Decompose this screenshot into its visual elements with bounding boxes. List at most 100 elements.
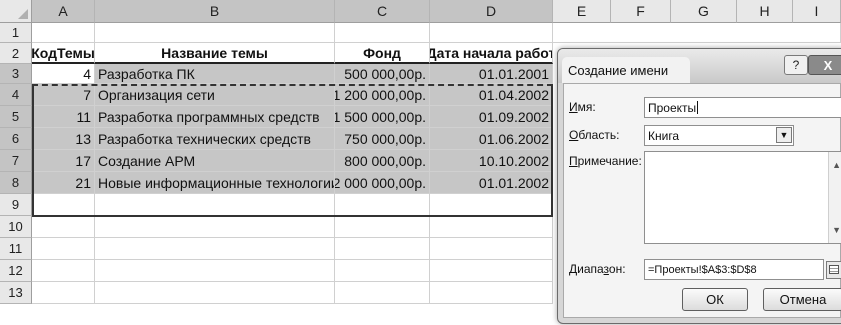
cell-a10[interactable] xyxy=(32,216,95,238)
range-picker-icon[interactable] xyxy=(826,261,841,279)
cell-c1[interactable] xyxy=(335,23,430,43)
cell-d5[interactable]: 01.09.2002 xyxy=(430,106,553,128)
cell-d1[interactable] xyxy=(430,23,553,43)
row-header-9[interactable]: 9 xyxy=(0,194,32,216)
cell-b6[interactable]: Разработка технических средств xyxy=(95,128,335,150)
scope-select[interactable]: Книга xyxy=(644,125,794,146)
cell-b1[interactable] xyxy=(95,23,335,43)
cell-a8[interactable]: 21 xyxy=(32,172,95,194)
scroll-up-icon[interactable]: ▲ xyxy=(832,160,841,170)
select-all-corner[interactable] xyxy=(0,0,32,23)
range-input[interactable]: =Проекты!$A$3:$D$8 xyxy=(644,259,824,280)
column-header-e[interactable]: E xyxy=(553,0,611,23)
row-header-5[interactable]: 5 xyxy=(0,106,32,128)
cell-a12[interactable] xyxy=(32,260,95,282)
cell-a3[interactable]: 4 xyxy=(32,64,95,84)
cell-c5[interactable]: 1 500 000,00р. xyxy=(335,106,430,128)
cell-c3[interactable]: 500 000,00р. xyxy=(335,64,430,84)
create-name-dialog: Создание имени ? X Имя: Проекты Область:… xyxy=(557,48,841,324)
cell-b12[interactable] xyxy=(95,260,335,282)
cell-a9[interactable] xyxy=(32,194,95,216)
cell-b3[interactable]: Разработка ПК xyxy=(95,64,335,84)
cell-c7[interactable]: 800 000,00р. xyxy=(335,150,430,172)
cancel-button[interactable]: Отмена xyxy=(763,288,841,311)
cell-c11[interactable] xyxy=(335,238,430,260)
cell-c4[interactable]: 1 200 000,00р. xyxy=(335,84,430,106)
cell-d12[interactable] xyxy=(430,260,553,282)
cell-d3[interactable]: 01.01.2001 xyxy=(430,64,553,84)
cell-b10[interactable] xyxy=(95,216,335,238)
row-header-7[interactable]: 7 xyxy=(0,150,32,172)
cell-b7[interactable]: Создание АРМ xyxy=(95,150,335,172)
ok-button[interactable]: ОК xyxy=(682,288,748,311)
column-header-b[interactable]: B xyxy=(95,0,335,23)
cell-c8[interactable]: 2 000 000,00р. xyxy=(335,172,430,194)
cell-d13[interactable] xyxy=(430,282,553,304)
comment-textarea[interactable]: ▲ ▼ xyxy=(644,151,841,244)
column-header-g[interactable]: G xyxy=(671,0,737,23)
cell-a6[interactable]: 13 xyxy=(32,128,95,150)
comment-label: Примечание: xyxy=(569,154,642,168)
cell-d11[interactable] xyxy=(430,238,553,260)
cell-c9[interactable] xyxy=(335,194,430,216)
dialog-titlebar[interactable]: Создание имени ? X xyxy=(558,49,841,83)
column-header-d[interactable]: D xyxy=(430,0,553,23)
chevron-down-icon[interactable]: ▼ xyxy=(776,127,792,143)
help-button[interactable]: ? xyxy=(784,55,808,75)
row-header-6[interactable]: 6 xyxy=(0,128,32,150)
scroll-down-icon[interactable]: ▼ xyxy=(832,225,841,235)
dialog-title: Создание имени xyxy=(562,57,691,83)
cell-a7[interactable]: 17 xyxy=(32,150,95,172)
cell-b11[interactable] xyxy=(95,238,335,260)
row-header-13[interactable]: 13 xyxy=(0,282,32,304)
cell-a1[interactable] xyxy=(32,23,95,43)
header-cell-title[interactable]: Название темы xyxy=(95,43,335,64)
cell-d4[interactable]: 01.04.2002 xyxy=(430,84,553,106)
header-cell-start-date[interactable]: Дата начала работ xyxy=(430,43,553,64)
row-header-12[interactable]: 12 xyxy=(0,260,32,282)
row-header-3[interactable]: 3 xyxy=(0,64,32,84)
header-cell-fund[interactable]: Фонд xyxy=(335,43,430,64)
cell-c12[interactable] xyxy=(335,260,430,282)
column-header-i[interactable]: I xyxy=(793,0,841,23)
cell-a4[interactable]: 7 xyxy=(32,84,95,106)
select-all-triangle-icon xyxy=(18,9,28,19)
name-label: Имя: xyxy=(569,100,596,114)
scope-label: Область: xyxy=(569,128,620,142)
text-caret xyxy=(697,101,699,114)
cell-b13[interactable] xyxy=(95,282,335,304)
name-input-value: Проекты xyxy=(648,100,697,115)
cell-a11[interactable] xyxy=(32,238,95,260)
cell-e1-row[interactable] xyxy=(553,23,841,43)
cell-b9[interactable] xyxy=(95,194,335,216)
column-header-c[interactable]: C xyxy=(335,0,430,23)
cell-a5[interactable]: 11 xyxy=(32,106,95,128)
cell-d8[interactable]: 01.01.2002 xyxy=(430,172,553,194)
range-label: Диапазон: xyxy=(569,262,626,276)
column-header-f[interactable]: F xyxy=(611,0,671,23)
comment-scrollbar[interactable]: ▲ ▼ xyxy=(828,152,841,243)
cell-d10[interactable] xyxy=(430,216,553,238)
cell-d6[interactable]: 01.06.2002 xyxy=(430,128,553,150)
row-header-1[interactable]: 1 xyxy=(0,23,32,43)
cell-b5[interactable]: Разработка программных средств xyxy=(95,106,335,128)
row-header-11[interactable]: 11 xyxy=(0,238,32,260)
close-button[interactable]: X xyxy=(808,55,841,75)
header-cell-code[interactable]: КодТемы xyxy=(32,43,95,64)
row-header-8[interactable]: 8 xyxy=(0,172,32,194)
cell-c10[interactable] xyxy=(335,216,430,238)
row-header-4[interactable]: 4 xyxy=(0,84,32,106)
row-header-10[interactable]: 10 xyxy=(0,216,32,238)
cell-d7[interactable]: 10.10.2002 xyxy=(430,150,553,172)
cell-c13[interactable] xyxy=(335,282,430,304)
column-header-a[interactable]: A xyxy=(32,0,95,23)
cell-d9[interactable] xyxy=(430,194,553,216)
column-header-h[interactable]: H xyxy=(737,0,793,23)
name-input[interactable]: Проекты xyxy=(644,97,841,118)
cell-b8[interactable]: Новые информационные технологии xyxy=(95,172,335,194)
cell-b4[interactable]: Организация сети xyxy=(95,84,335,106)
row-header-2[interactable]: 2 xyxy=(0,43,32,64)
cell-c6[interactable]: 750 000,00р. xyxy=(335,128,430,150)
dialog-body: Имя: Проекты Область: Книга ▼ Примечание… xyxy=(563,83,841,318)
cell-a13[interactable] xyxy=(32,282,95,304)
